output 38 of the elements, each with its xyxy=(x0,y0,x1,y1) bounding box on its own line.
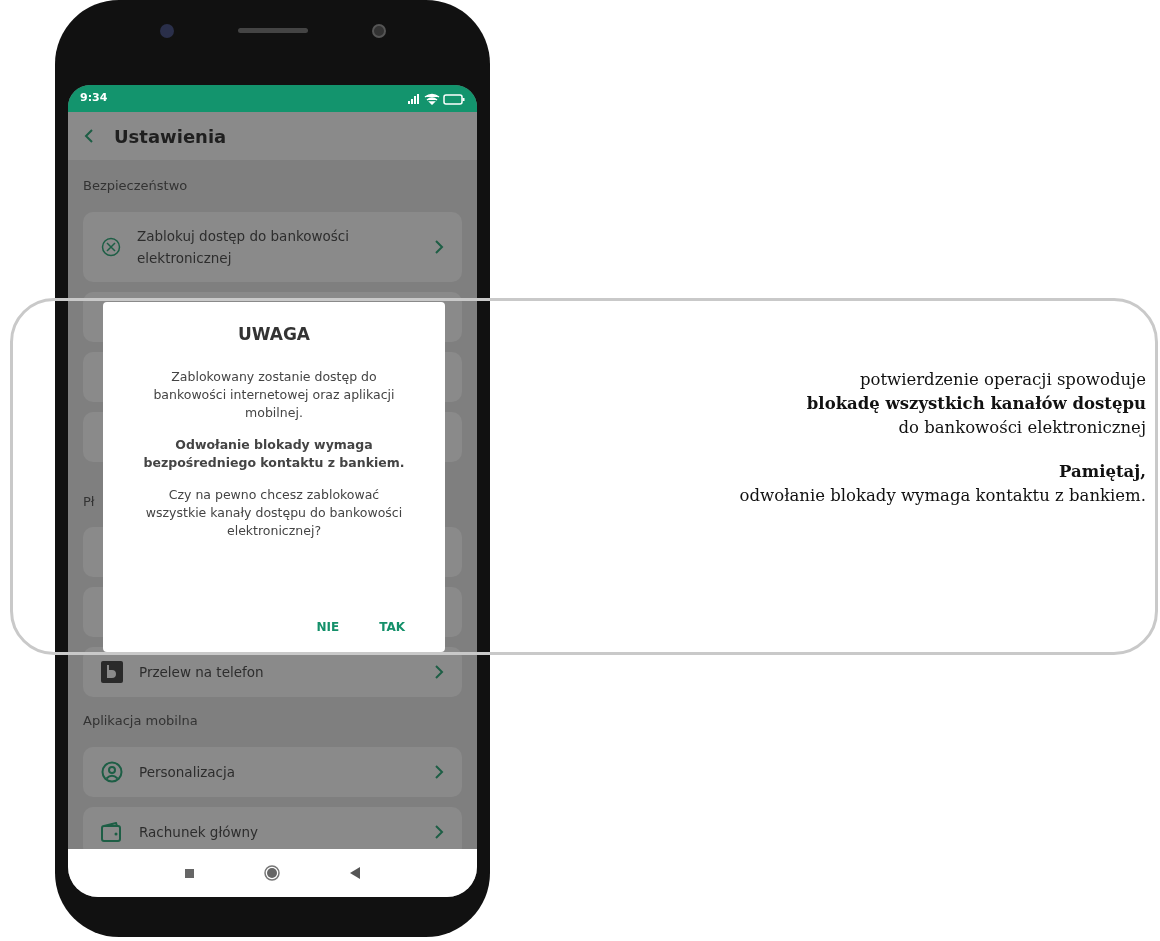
row-label: Personalizacja xyxy=(139,762,236,782)
status-time: 9:34 xyxy=(80,90,108,107)
dialog-message: Czy na pewno chcesz zablokować wszystkie kanały dostępu do bankowości elektronicznej? xyxy=(144,485,404,540)
dialog-button[interactable]: NIE xyxy=(316,618,340,636)
camera-icon xyxy=(159,23,174,38)
annotation-text: Pamiętaj, xyxy=(1059,461,1146,483)
back-triangle-icon[interactable] xyxy=(350,867,360,879)
annotation-text: blokadę wszystkich kanałów dostępu xyxy=(806,393,1146,415)
settings-row[interactable]: Personalizacja xyxy=(83,746,462,797)
chevron-right-icon xyxy=(434,823,444,840)
row-label: Rachunek główny xyxy=(139,822,260,842)
annotation-text: odwołanie blokady wymaga kontaktu z bankiem. xyxy=(739,485,1146,507)
settings-row[interactable]: Zablokuj dostęp do bankowości elektronicznej xyxy=(83,211,462,282)
cross-circle-icon xyxy=(101,236,121,257)
chevron-right-icon xyxy=(434,664,444,680)
wallet-icon xyxy=(101,821,123,842)
chevron-right-icon xyxy=(434,763,444,780)
row-label: Zablokuj dostęp do bankowości elektronicznej xyxy=(137,226,351,268)
annotation-text: do bankowości elektronicznej xyxy=(898,417,1146,439)
dialog-button[interactable]: TAK xyxy=(379,618,405,636)
person-circle-icon xyxy=(101,760,123,783)
dialog-message: Zablokowany zostanie dostęp do bankowości internetowej oraz aplikacji mobilnej. xyxy=(152,367,396,422)
section-title: Aplikacja mobilna xyxy=(83,712,198,730)
speaker-grille xyxy=(237,28,308,33)
settings-row[interactable]: Rachunek główny xyxy=(83,806,462,849)
recent-apps-icon[interactable] xyxy=(185,868,194,878)
b-logo-icon xyxy=(101,661,123,683)
screen-title: Ustawienia xyxy=(114,124,227,149)
section-title: Pł xyxy=(83,492,95,511)
row-label: Przelew na telefon xyxy=(139,663,265,682)
chevron-right-icon xyxy=(434,238,444,255)
home-icon[interactable] xyxy=(264,865,280,881)
status-icons xyxy=(407,92,465,105)
annotation-text: potwierdzenie operacji spowoduje xyxy=(859,369,1146,391)
section-title: Bezpieczeństwo xyxy=(83,177,188,195)
dialog-message: Odwołanie blokady wymaga bezpośredniego kontaktu z bankiem. xyxy=(142,435,406,472)
sensor-icon xyxy=(371,23,386,38)
dialog-title: UWAGA xyxy=(237,323,311,346)
